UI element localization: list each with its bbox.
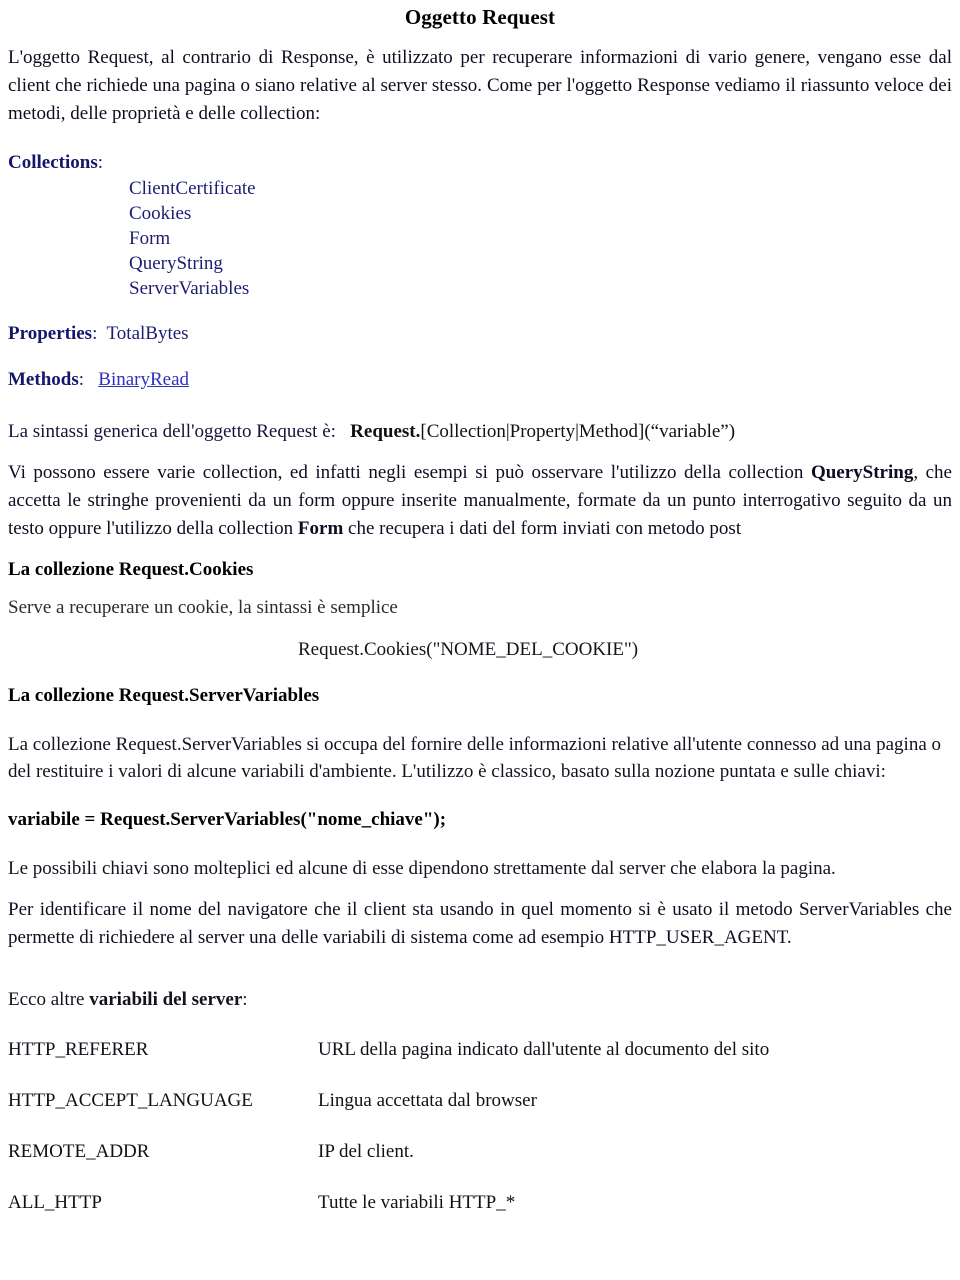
servervariables-section-heading: La collezione Request.ServerVariables xyxy=(8,685,320,706)
servervariables-description: La collezione Request.ServerVariables si… xyxy=(8,734,942,782)
cookies-section-description: Serve a recuperare un cookie, la sintass… xyxy=(8,597,398,618)
properties-row: Properties: TotalBytes xyxy=(8,321,952,347)
collections-explanation-part1: Vi possono essere varie collection, ed i… xyxy=(8,462,811,483)
document-page: Oggetto Request L'oggetto Request, al co… xyxy=(0,2,960,1280)
generic-syntax-lead: La sintassi generica dell'oggetto Reques… xyxy=(8,421,336,442)
server-vars-lead-prefix: Ecco altre xyxy=(8,989,90,1010)
table-row: REMOTE_ADDR IP del client. xyxy=(8,1139,952,1190)
collections-label: Collections xyxy=(8,152,98,173)
table-row: HTTP_ACCEPT_LANGUAGE Lingua accettata da… xyxy=(8,1088,952,1139)
cookies-section-heading: La collezione Request.Cookies xyxy=(8,559,254,580)
table-cell-variable-name: HTTP_REFERER xyxy=(8,1039,149,1060)
methods-label: Methods xyxy=(8,369,79,390)
list-item: Cookies xyxy=(129,203,192,224)
properties-label: Properties xyxy=(8,323,93,344)
properties-value: TotalBytes xyxy=(106,323,189,344)
object-reference-block: Collections: ClientCertificate Cookies F… xyxy=(8,150,952,393)
collections-explanation-paragraph: Vi possono essere varie collection, ed i… xyxy=(8,459,952,543)
collections-explanation-querystring: QueryString xyxy=(810,462,914,483)
cookies-syntax-code: Request.Cookies("NOME_DEL_COOKIE") xyxy=(298,639,639,660)
list-item: ClientCertificate xyxy=(129,178,256,199)
servervariables-keys-note: Le possibili chiavi sono molteplici ed a… xyxy=(8,858,836,879)
collections-colon: : xyxy=(97,152,103,173)
intro-paragraph: L'oggetto Request, al contrario di Respo… xyxy=(8,47,952,124)
user-agent-note: Per identificare il nome del navigatore … xyxy=(8,899,952,948)
server-vars-lead: Ecco altre variabili del server: xyxy=(8,986,952,1013)
table-cell-variable-name: REMOTE_ADDR xyxy=(8,1141,150,1162)
table-cell-variable-name: ALL_HTTP xyxy=(8,1192,102,1213)
table-cell-variable-desc: Tutte le variabili HTTP_* xyxy=(318,1192,516,1213)
methods-value-link[interactable]: BinaryRead xyxy=(98,369,189,390)
table-row: ALL_HTTP Tutte le variabili HTTP_* xyxy=(8,1190,952,1216)
collections-explanation-part3: che recupera i dati del form inviati con… xyxy=(343,518,742,539)
collections-list: ClientCertificate Cookies Form QueryStri… xyxy=(8,176,952,301)
server-vars-lead-suffix: : xyxy=(242,989,248,1010)
list-item: Form xyxy=(129,228,171,249)
table-row: HTTP_REFERER URL della pagina indicato d… xyxy=(8,1037,952,1088)
table-cell-variable-desc: Lingua accettata dal browser xyxy=(318,1090,537,1111)
generic-syntax-code-strong: Request. xyxy=(350,421,421,442)
page-title-strong: Request xyxy=(482,5,556,29)
page-title-prefix: Oggetto xyxy=(404,5,483,29)
methods-row: Methods: BinaryRead xyxy=(8,367,952,393)
generic-syntax-line: La sintassi generica dell'oggetto Reques… xyxy=(8,419,952,445)
list-item: ServerVariables xyxy=(129,278,250,299)
list-item: QueryString xyxy=(129,253,223,274)
server-vars-lead-strong: variabili del server xyxy=(89,989,243,1010)
collections-explanation-form: Form xyxy=(297,518,344,539)
table-cell-variable-desc: URL della pagina indicato dall'utente al… xyxy=(318,1039,770,1060)
table-cell-variable-desc: IP del client. xyxy=(318,1141,414,1162)
servervariables-syntax-line: variabile = Request.ServerVariables("nom… xyxy=(8,809,447,830)
collections-row: Collections: xyxy=(8,150,952,176)
generic-syntax-code: Request.[Collection|Property|Method](“va… xyxy=(350,421,735,442)
page-title: Oggetto Request xyxy=(8,2,952,30)
server-variables-table: HTTP_REFERER URL della pagina indicato d… xyxy=(8,1037,952,1216)
table-cell-variable-name: HTTP_ACCEPT_LANGUAGE xyxy=(8,1090,253,1111)
generic-syntax-code-rest: [Collection|Property|Method](“variable”) xyxy=(420,421,736,442)
